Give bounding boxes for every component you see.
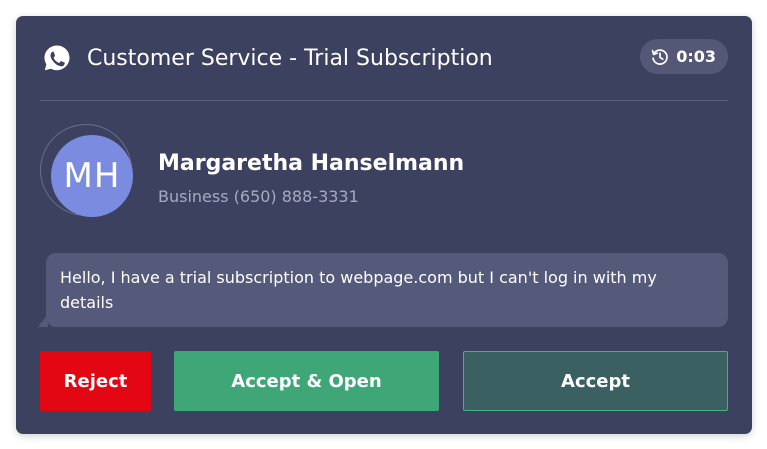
reject-button[interactable]: Reject [40, 351, 151, 411]
card-header: Customer Service - Trial Subscription 0:… [40, 16, 728, 101]
whatsapp-icon [42, 43, 72, 73]
message-bubble: Hello, I have a trial subscription to we… [46, 253, 728, 327]
avatar: MH [51, 135, 133, 217]
contact-phone: Business (650) 888-3331 [158, 187, 359, 206]
accept-and-open-button[interactable]: Accept & Open [174, 351, 439, 411]
history-clock-icon [650, 47, 670, 67]
contact-name: Margaretha Hanselmann [158, 151, 465, 176]
wait-timer: 0:03 [640, 39, 728, 74]
incoming-chat-card: Customer Service - Trial Subscription 0:… [16, 16, 752, 434]
queue-title: Customer Service - Trial Subscription [87, 46, 493, 71]
timer-value: 0:03 [676, 47, 716, 66]
accept-button[interactable]: Accept [463, 351, 728, 411]
